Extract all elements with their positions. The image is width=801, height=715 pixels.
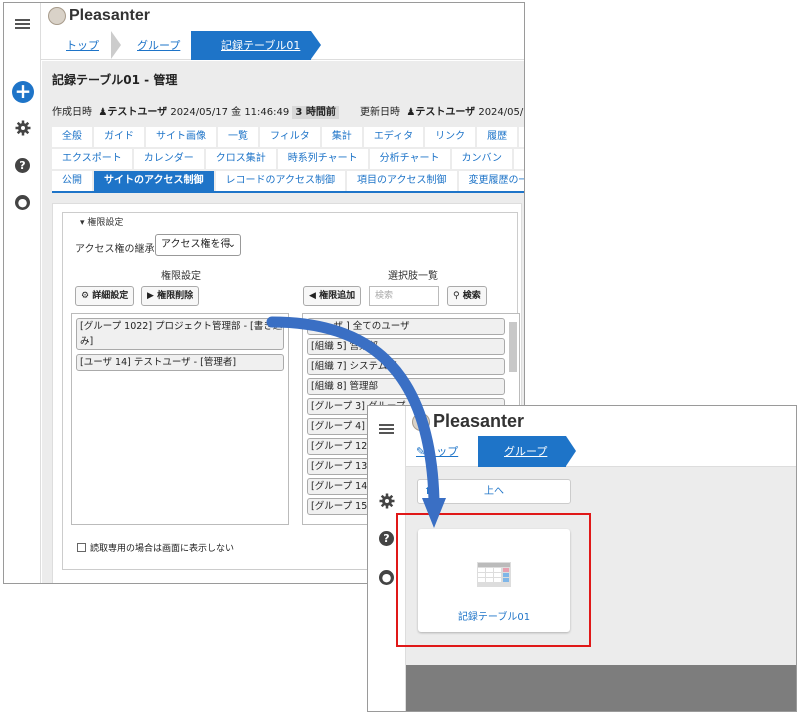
breadcrumb-top[interactable]: ✎トップ — [416, 436, 458, 467]
choices-heading: 選択肢一覧 — [388, 271, 438, 282]
logo-bird-icon — [48, 7, 66, 25]
tab-item[interactable]: クロス集計 — [205, 149, 276, 169]
breadcrumb-top[interactable]: トップ — [66, 31, 99, 60]
logo[interactable]: Pleasanter — [412, 411, 524, 432]
tab-item[interactable]: 分析チャート — [369, 149, 450, 169]
tab-item[interactable]: エクスポート — [52, 149, 132, 169]
tab-item[interactable]: フィルタ — [260, 127, 320, 147]
back-icon: ◀ — [309, 291, 316, 301]
tab-item[interactable]: 公開 — [52, 171, 92, 191]
scrollbar[interactable] — [509, 322, 517, 372]
tab-row-1: 全般ガイドサイト画像一覧フィルタ集計エディタリンク履歴移動 — [52, 127, 524, 147]
tab-item[interactable]: リンク — [425, 127, 476, 147]
search-icon: ⚲ — [453, 291, 460, 301]
logo[interactable]: Pleasanter — [48, 7, 150, 25]
breadcrumb-current-tip — [311, 31, 321, 59]
logo-text: Pleasanter — [69, 7, 150, 24]
forward-icon: ▶ — [147, 291, 154, 301]
tab-item[interactable]: 一覧 — [218, 127, 258, 147]
breadcrumb-group[interactable]: グループ — [137, 31, 180, 60]
checkbox-box[interactable] — [77, 543, 86, 552]
detail-settings-button[interactable]: ⚙ 詳細設定 — [75, 286, 135, 306]
inherit-label: アクセス権の継承 — [75, 244, 155, 255]
user-icon[interactable]: ● — [15, 195, 30, 210]
permissions-legend[interactable]: ▾ 権限設定 — [77, 215, 127, 228]
user-small-icon: ♟ — [98, 107, 108, 118]
tab-underline — [52, 191, 524, 193]
list-item[interactable]: [ユーザ 14] テストユーザ - [管理者] — [76, 354, 284, 371]
updated-info: 更新日時 ♟テストユーザ 2024/05/17 金 — [360, 107, 524, 118]
search-input[interactable]: 検索 — [369, 286, 439, 306]
tab-item[interactable]: エディタ — [363, 127, 424, 147]
tab-item[interactable]: 集計 — [321, 127, 362, 147]
tab-item[interactable]: カレンダー — [133, 149, 204, 169]
breadcrumb: トップ グループ 記録テーブル01 — [41, 31, 524, 60]
tab-item[interactable]: レコードのアクセス制御 — [215, 171, 345, 191]
current-permissions-list[interactable]: [グループ 1022] プロジェクト管理部 - [書き込み] [ユーザ 14] … — [71, 313, 289, 525]
user-small-icon: ♟ — [406, 107, 416, 118]
tab-item[interactable]: 画像ライブ — [514, 149, 524, 169]
created-info: 作成日時 ♟テストユーザ 2024/05/17 金 11:46:49 3 時間前 — [52, 103, 339, 119]
list-item[interactable]: [グループ 1022] プロジェクト管理部 - [書き込み] — [76, 318, 284, 350]
breadcrumb-current[interactable]: 記録テーブル01 — [191, 31, 311, 60]
menu-icon-line — [15, 23, 30, 25]
help-icon[interactable]: ? — [379, 531, 394, 546]
tab-row-2: エクスポートカレンダークロス集計時系列チャート分析チャートカンバン画像ライブ — [52, 149, 524, 169]
tab-item[interactable]: サイトのアクセス制御 — [94, 171, 214, 191]
list-item[interactable]: [ユーザ ] 全てのユーザ — [307, 318, 505, 335]
search-button[interactable]: ⚲ 検索 — [447, 286, 487, 306]
tab-item[interactable]: 項目のアクセス制御 — [347, 171, 457, 191]
menu-icon-line — [379, 428, 394, 430]
tab-item[interactable]: 時系列チャート — [277, 149, 368, 169]
breadcrumb-current-tip — [566, 436, 576, 466]
menu-icon[interactable] — [15, 19, 30, 21]
list-item[interactable]: [組織 8] 管理部 — [307, 378, 505, 395]
breadcrumb-2: ✎トップ グループ — [406, 436, 796, 467]
tab-bar: 全般ガイドサイト画像一覧フィルタ集計エディタリンク履歴移動 エクスポートカレンダ… — [52, 127, 524, 193]
new-item-icon[interactable]: + — [12, 81, 34, 103]
chevron-down-icon: ⌄ — [227, 239, 236, 250]
add-permission-button[interactable]: ◀ 権限追加 — [303, 286, 362, 306]
footer-bar — [406, 665, 796, 711]
time-ago-badge: 3 時間前 — [292, 106, 339, 119]
arrow-up-icon: ⬆ — [424, 486, 433, 497]
logo-bird-icon — [412, 412, 430, 431]
link-icon: ✎ — [416, 445, 426, 458]
tab-item[interactable]: 履歴 — [477, 127, 518, 147]
tab-item[interactable]: 全般 — [52, 127, 92, 147]
tab-item[interactable]: サイト画像 — [146, 127, 216, 147]
list-item[interactable]: [組織 7] システム部 — [307, 358, 505, 375]
inherit-select[interactable]: アクセス権を得 ⌄ — [155, 234, 241, 256]
gear-icon: ⚙ — [81, 291, 90, 301]
tab-row-3: 公開サイトのアクセス制御レコードのアクセス制御項目のアクセス制御変更履歴の一覧 — [52, 171, 524, 191]
current-heading: 権限設定 — [161, 271, 201, 282]
tab-item[interactable]: 移動 — [519, 127, 524, 147]
tab-item[interactable]: 変更履歴の一覧 — [458, 171, 524, 191]
up-button[interactable]: ⬆ 上へ — [417, 479, 571, 504]
breadcrumb-separator — [111, 31, 121, 59]
menu-icon-line — [379, 432, 394, 434]
user-icon[interactable]: ● — [379, 570, 394, 585]
tab-item[interactable]: カンバン — [451, 149, 513, 169]
highlight-box — [396, 513, 591, 647]
delete-permission-button[interactable]: ▶ 権限削除 — [141, 286, 200, 306]
logo-text: Pleasanter — [433, 411, 525, 431]
help-icon[interactable]: ? — [15, 158, 30, 173]
gear-icon[interactable] — [15, 120, 31, 136]
menu-icon[interactable] — [379, 424, 394, 426]
menu-icon-line — [15, 27, 30, 29]
side-rail: + ? ● — [4, 3, 41, 583]
page-title: 記録テーブル01 - 管理 — [52, 73, 178, 87]
readonly-checkbox[interactable]: 読取専用の場合は画面に表示しない — [77, 541, 234, 554]
list-item[interactable]: [組織 5] 営業部 — [307, 338, 505, 355]
tab-item[interactable]: ガイド — [94, 127, 144, 147]
gear-icon[interactable] — [379, 493, 395, 509]
breadcrumb-current[interactable]: グループ — [478, 436, 566, 467]
